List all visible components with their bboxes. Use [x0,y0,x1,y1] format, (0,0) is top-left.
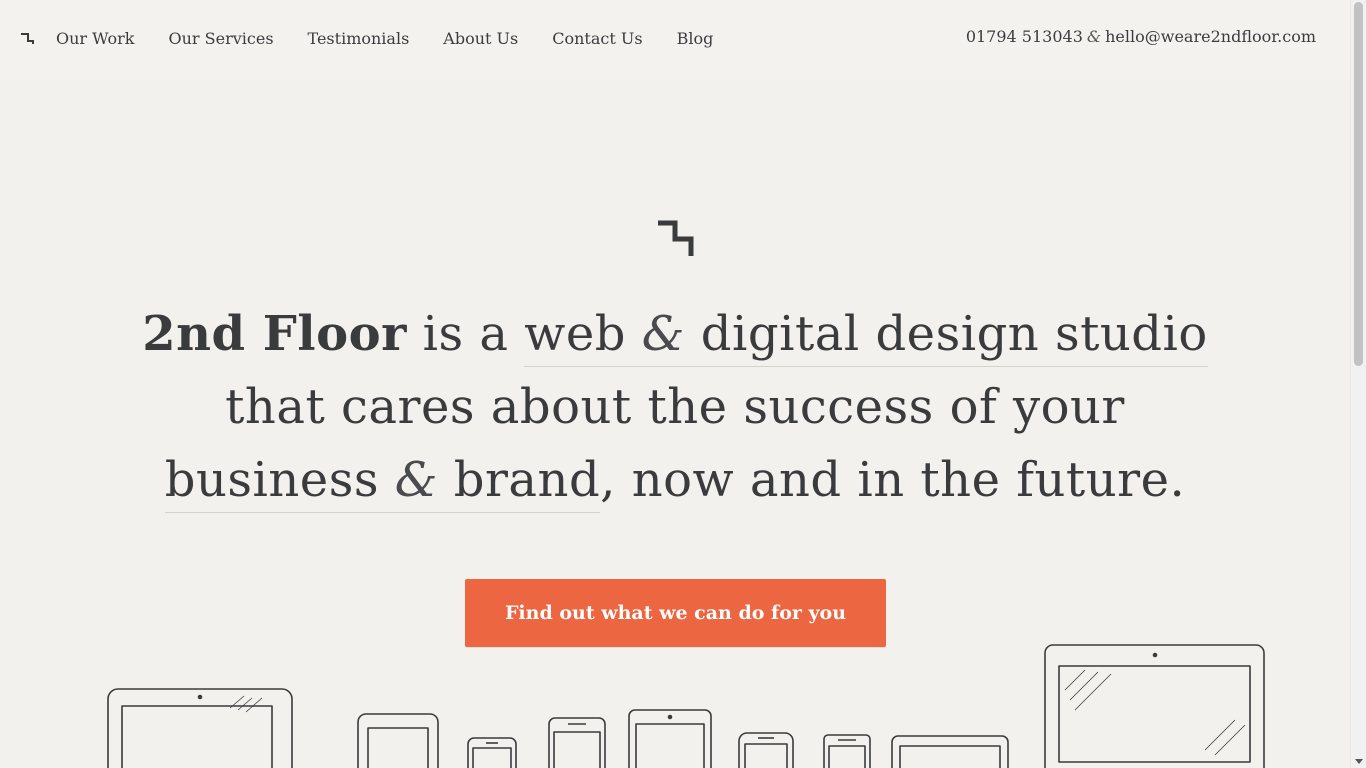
sketch-phone-2 [548,717,606,768]
device-sketch-illustration [107,644,1265,768]
headline-underlined-business-brand: business & brand [164,452,601,513]
headline-tail: , now and in the future. [600,452,1186,508]
headline-ampersand: & [641,306,686,362]
headline-ampersand: & [394,452,438,508]
nav-item-testimonials[interactable]: Testimonials [308,29,410,49]
email-link[interactable]: hello@weare2ndfloor.com [1105,27,1316,46]
scroll-down-arrow-icon[interactable] [1355,759,1363,764]
main-nav: Our Work Our Services Testimonials About… [56,29,747,49]
sketch-phone-3 [738,732,794,768]
headline-word-web: web [524,306,627,362]
nav-item-blog[interactable]: Blog [677,29,714,49]
headline-line-2: that cares about the success of your [225,379,1125,435]
brand-name: 2nd Floor [142,306,407,362]
headline-underlined-phrase: web & digital design studio [524,306,1208,367]
sketch-tablet-small [357,713,439,768]
header-contact: 01794 513043 & hello@weare2ndfloor.com [966,27,1316,46]
step-logo-icon [658,220,694,256]
vertical-scrollbar[interactable] [1350,0,1366,768]
headline-text-is-a: is a [406,306,525,362]
step-logo-icon[interactable] [19,31,35,47]
sketch-phone-4 [823,734,871,768]
phone-link[interactable]: 01794 513043 [966,27,1083,46]
nav-item-about-us[interactable]: About Us [443,29,518,49]
headline-word-business: business [164,452,379,508]
nav-item-our-work[interactable]: Our Work [56,29,135,49]
headline-word-brand: brand [453,452,601,508]
nav-item-our-services[interactable]: Our Services [169,29,274,49]
page: Our Work Our Services Testimonials About… [0,0,1366,768]
top-navigation-bar: Our Work Our Services Testimonials About… [0,0,1351,80]
nav-item-contact-us[interactable]: Contact Us [552,29,642,49]
hero-headline: 2nd Floor is a web & digital design stud… [120,298,1230,517]
scrollbar-thumb[interactable] [1354,2,1363,366]
sketch-tablet-medium [628,709,712,768]
sketch-tablet-wide [891,735,1009,768]
contact-ampersand: & [1086,27,1102,46]
sketch-tablet-left [107,688,293,768]
sketch-monitor-right [1044,644,1265,768]
headline-digital-design-studio: digital design studio [700,306,1208,362]
sketch-phone-1 [467,737,517,768]
